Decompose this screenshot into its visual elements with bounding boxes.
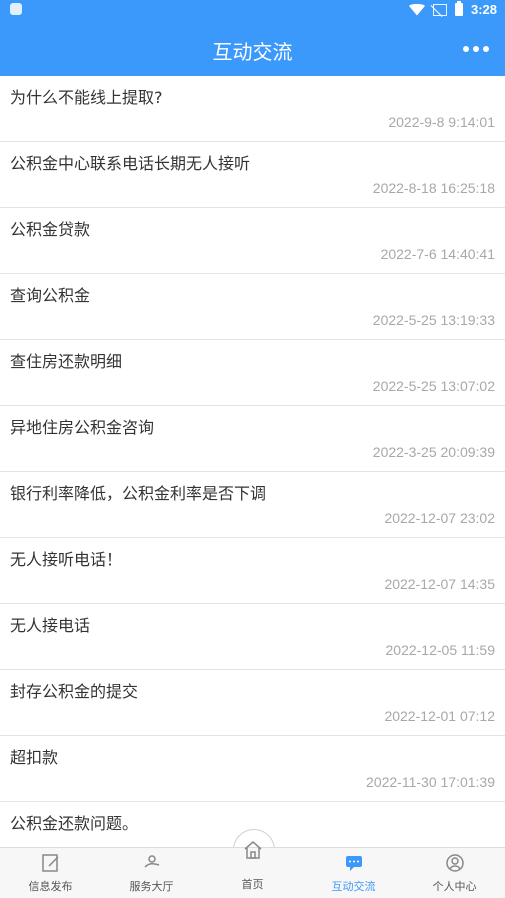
item-date: 2022-8-18 16:25:18 [372,180,495,196]
list-item[interactable]: 超扣款 2022-11-30 17:01:39 [0,736,505,802]
item-date: 2022-3-25 20:09:39 [372,444,495,460]
item-title: 查询公积金 [10,286,91,305]
list-item[interactable]: 查住房还款明细 2022-5-25 13:07:02 [0,340,505,406]
no-signal-icon [432,3,447,16]
tab-home[interactable]: 首页 [202,841,303,898]
list-item[interactable]: 封存公积金的提交 2022-12-01 07:12 [0,670,505,736]
item-date: 2022-5-25 13:19:33 [372,312,495,328]
item-title: 异地住房公积金咨询 [10,418,155,437]
bottom-tab-bar: 信息发布 服务大厅 首页 互动交流 个人中心 [0,841,505,898]
list-item[interactable]: 公积金中心联系电话长期无人接听 2022-8-18 16:25:18 [0,142,505,208]
item-title: 公积金贷款 [10,220,91,239]
message-list: 为什么不能线上提取? 2022-9-8 9:14:01 公积金中心联系电话长期无人… [0,76,505,847]
item-date: 2022-9-8 9:14:01 [388,114,495,130]
tab-label: 个人中心 [432,880,477,893]
item-date: 2022-12-07 23:02 [384,510,495,526]
list-item[interactable]: 异地住房公积金咨询 2022-3-25 20:09:39 [0,406,505,472]
tab-label: 信息发布 [28,880,73,893]
item-title: 为什么不能线上提取? [10,88,163,107]
status-time: 3:28 [470,2,497,17]
item-title: 公积金中心联系电话长期无人接听 [10,154,251,173]
item-date: 2022-12-01 07:12 [384,708,495,724]
edit-icon [41,854,59,872]
item-date: 2022-12-05 11:59 [385,642,496,658]
list-item[interactable]: 为什么不能线上提取? 2022-9-8 9:14:01 [0,76,505,142]
list-item[interactable]: 查询公积金 2022-5-25 13:19:33 [0,274,505,340]
tab-profile[interactable]: 个人中心 [404,848,505,898]
item-title: 无人接听电话！ [10,550,123,569]
list-item[interactable]: 无人接听电话！ 2022-12-07 14:35 [0,538,505,604]
item-title: 超扣款 [10,748,59,767]
wifi-icon [408,3,425,16]
item-date: 2022-7-6 14:40:41 [380,246,495,262]
list-item[interactable]: 无人接电话 2022-12-05 11:59 [0,604,505,670]
item-title: 查住房还款明细 [10,352,123,371]
list-item[interactable]: 银行利率降低，公积金利率是否下调 2022-12-07 23:02 [0,472,505,538]
tab-chat[interactable]: 互动交流 [303,848,404,898]
status-bar: 3:28 [0,0,505,20]
home-icon [244,841,261,859]
tab-service[interactable]: 服务大厅 [101,848,202,898]
shield-icon [10,3,22,15]
chat-icon [345,856,362,871]
item-title: 公积金还款问题。 [10,814,139,833]
more-icon[interactable] [463,46,489,52]
app-bar: 互动交流 [0,20,505,76]
page-title: 互动交流 [212,40,293,64]
item-date: 2022-12-07 14:35 [384,576,495,592]
hand-icon [143,855,159,868]
item-title: 银行利率降低，公积金利率是否下调 [10,484,267,503]
tab-label: 服务大厅 [129,880,174,893]
item-date: 2022-5-25 13:07:02 [372,378,495,394]
item-date: 2022-11-30 17:01:39 [366,774,495,790]
user-icon [445,854,464,872]
list-item[interactable]: 公积金贷款 2022-7-6 14:40:41 [0,208,505,274]
tab-info[interactable]: 信息发布 [0,848,101,898]
battery-icon [454,1,463,16]
item-title: 无人接电话 [10,616,91,635]
item-title: 封存公积金的提交 [10,682,139,701]
tab-label: 首页 [241,878,264,891]
tab-label: 互动交流 [331,880,376,893]
